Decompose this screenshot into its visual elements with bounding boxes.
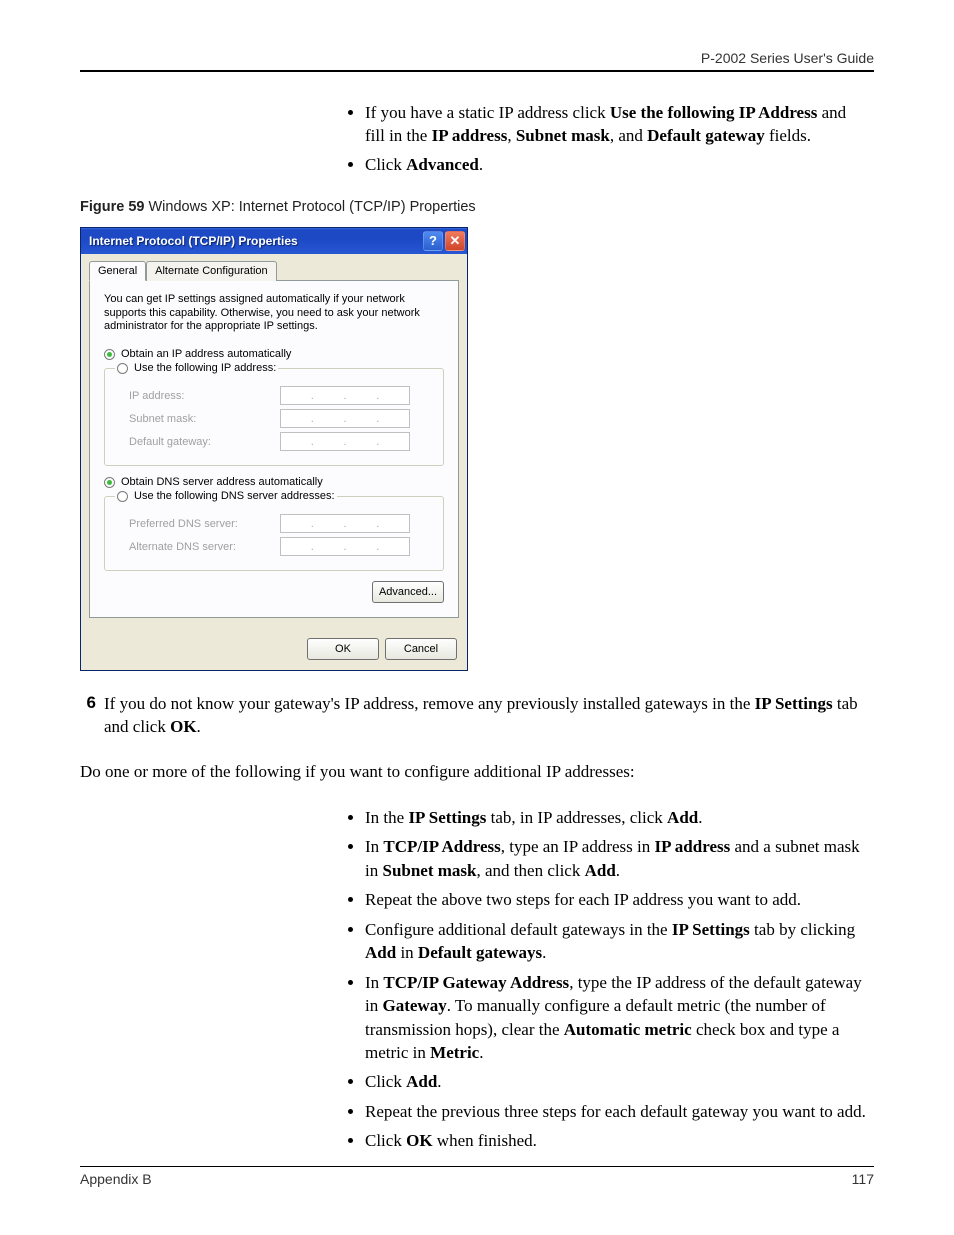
row-ip-address: IP address: ... — [115, 386, 433, 405]
dialog-footer: OK Cancel — [81, 628, 467, 670]
body-paragraph: Do one or more of the following if you w… — [80, 761, 874, 784]
row-dns-preferred: Preferred DNS server: ... — [115, 514, 433, 533]
figure-label: Figure 59 — [80, 199, 144, 215]
step-6: 6 If you do not know your gateway's IP a… — [80, 693, 874, 739]
text: If you have a static IP address click — [365, 103, 610, 122]
tab-general[interactable]: General — [89, 261, 146, 281]
text: If you do not know your gateway's IP add… — [104, 694, 755, 713]
radio-icon[interactable] — [104, 477, 115, 488]
bottom-bullet-list: In the IP Settings tab, in IP addresses,… — [365, 806, 870, 1153]
bold: IP address — [432, 126, 508, 145]
list-item: In the IP Settings tab, in IP addresses,… — [365, 806, 870, 829]
top-bullet-2: Click Advanced. — [365, 154, 865, 177]
ip-fieldset: Use the following IP address: IP address… — [104, 362, 444, 466]
xp-dialog: Internet Protocol (TCP/IP) Properties ? … — [80, 227, 468, 671]
list-item: Repeat the above two steps for each IP a… — [365, 888, 870, 911]
input-subnet-mask[interactable]: ... — [280, 409, 410, 428]
footer-rule — [80, 1166, 874, 1167]
radio-icon[interactable] — [104, 349, 115, 360]
page-footer: Appendix B 117 — [80, 1166, 874, 1187]
label-default-gateway: Default gateway: — [115, 436, 280, 448]
top-bullet-1: If you have a static IP address click Us… — [365, 102, 865, 148]
titlebar[interactable]: Internet Protocol (TCP/IP) Properties ? … — [81, 228, 467, 254]
row-subnet-mask: Subnet mask: ... — [115, 409, 433, 428]
input-dns-alternate[interactable]: ... — [280, 537, 410, 556]
figure-caption-text: Windows XP: Internet Protocol (TCP/IP) P… — [144, 199, 475, 215]
dialog-body: General Alternate Configuration You can … — [81, 254, 467, 628]
footer-left: Appendix B — [80, 1171, 152, 1187]
list-item: In TCP/IP Address, type an IP address in… — [365, 835, 870, 882]
radio-icon[interactable] — [117, 363, 128, 374]
dns-fieldset: Use the following DNS server addresses: … — [104, 490, 444, 571]
row-default-gateway: Default gateway: ... — [115, 432, 433, 451]
bold: Subnet mask — [516, 126, 610, 145]
list-item: Repeat the previous three steps for each… — [365, 1100, 870, 1123]
radio-ip-manual-row[interactable]: Use the following IP address: — [117, 362, 276, 374]
input-default-gateway[interactable]: ... — [280, 432, 410, 451]
row-dns-alternate: Alternate DNS server: ... — [115, 537, 433, 556]
bold: Use the following IP Address — [610, 103, 818, 122]
step-number: 6 — [74, 693, 104, 713]
radio-ip-auto-row[interactable]: Obtain an IP address automatically — [104, 348, 444, 360]
bold: OK — [170, 717, 196, 736]
label-subnet-mask: Subnet mask: — [115, 413, 280, 425]
radio-label: Use the following IP address: — [134, 362, 276, 374]
advanced-button[interactable]: Advanced... — [372, 581, 444, 603]
list-item: Click OK when finished. — [365, 1129, 870, 1152]
text: Click — [365, 155, 406, 174]
text: , — [507, 126, 516, 145]
figure-caption: Figure 59 Windows XP: Internet Protocol … — [80, 199, 874, 215]
label-dns-preferred: Preferred DNS server: — [115, 518, 280, 530]
header-rule — [80, 70, 874, 72]
advanced-row: Advanced... — [104, 581, 444, 603]
tab-strip: General Alternate Configuration — [89, 260, 459, 281]
radio-label: Use the following DNS server addresses: — [134, 490, 335, 502]
bold: Default gateway — [647, 126, 765, 145]
radio-dns-manual-row[interactable]: Use the following DNS server addresses: — [117, 490, 335, 502]
cancel-button[interactable]: Cancel — [385, 638, 457, 660]
bold: IP Settings — [755, 694, 833, 713]
dialog-description: You can get IP settings assigned automat… — [104, 293, 444, 334]
label-ip-address: IP address: — [115, 390, 280, 402]
radio-label: Obtain an IP address automatically — [121, 348, 291, 360]
header-guide-title: P-2002 Series User's Guide — [80, 50, 874, 70]
radio-label: Obtain DNS server address automatically — [121, 476, 323, 488]
ok-button[interactable]: OK — [307, 638, 379, 660]
text: , and — [610, 126, 647, 145]
step-text: If you do not know your gateway's IP add… — [104, 693, 874, 739]
list-item: Click Add. — [365, 1070, 870, 1093]
help-icon[interactable]: ? — [423, 231, 443, 251]
footer-page-number: 117 — [852, 1171, 874, 1187]
radio-icon[interactable] — [117, 491, 128, 502]
text: fields. — [765, 126, 811, 145]
tab-alternate-configuration[interactable]: Alternate Configuration — [146, 261, 277, 281]
top-bullet-list: If you have a static IP address click Us… — [365, 102, 865, 177]
list-item: In TCP/IP Gateway Address, type the IP a… — [365, 971, 870, 1065]
label-dns-alternate: Alternate DNS server: — [115, 541, 280, 553]
radio-dns-auto-row[interactable]: Obtain DNS server address automatically — [104, 476, 444, 488]
text: . — [479, 155, 483, 174]
dialog-title: Internet Protocol (TCP/IP) Properties — [89, 234, 421, 248]
text: . — [197, 717, 201, 736]
close-icon[interactable]: ✕ — [445, 231, 465, 251]
list-item: Configure additional default gateways in… — [365, 918, 870, 965]
bold: Advanced — [406, 155, 479, 174]
tab-panel-general: You can get IP settings assigned automat… — [89, 281, 459, 618]
input-dns-preferred[interactable]: ... — [280, 514, 410, 533]
input-ip-address[interactable]: ... — [280, 386, 410, 405]
